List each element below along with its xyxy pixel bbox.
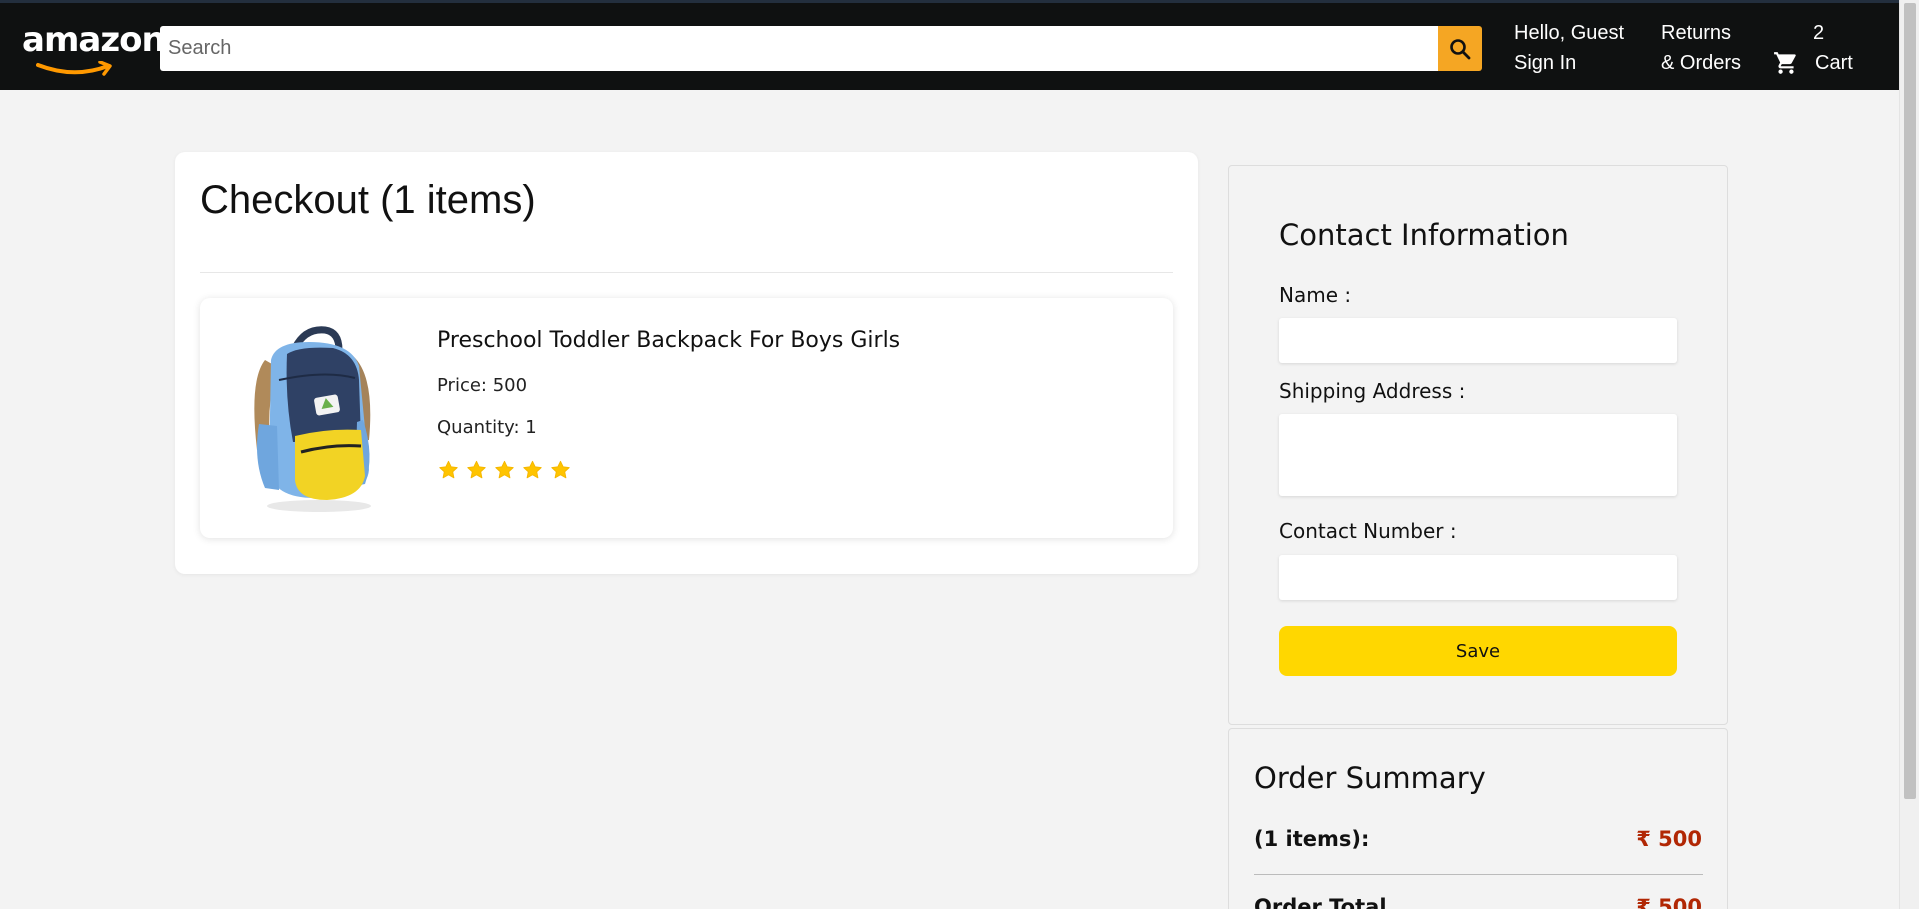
cart-label[interactable]: Cart [1815,48,1853,78]
greeting-text: Hello, Guest [1514,22,1625,44]
shipping-address-field[interactable] [1279,414,1677,496]
cart-count[interactable]: 2 [1813,18,1824,48]
cart-item-card: Preschool Toddler Backpack For Boys Girl… [200,298,1173,538]
page-scrollbar[interactable] [1899,0,1919,909]
returns-text: Returns [1661,22,1732,44]
item-title[interactable]: Preschool Toddler Backpack For Boys Girl… [437,328,900,353]
star-icon [467,460,486,479]
summary-divider [1254,874,1703,875]
contact-number-field[interactable] [1279,555,1677,600]
star-icon [495,460,514,479]
star-icon [551,460,570,479]
order-total-amount: ₹ 500 [1636,895,1702,909]
name-label: Name : [1279,283,1352,307]
logo-text: amazon [22,20,166,60]
checkout-title: Checkout (1 items) [200,178,536,222]
amazon-logo[interactable]: amazon [22,21,166,76]
star-icon [523,460,542,479]
account-signin-link[interactable]: Hello, Guest Sign In [1514,18,1624,78]
logo-smile-icon [36,61,112,76]
cart-icon[interactable] [1772,50,1800,76]
contact-information-panel: Contact Information Name : Shipping Addr… [1228,165,1728,725]
summary-items-amount: ₹ 500 [1636,827,1702,851]
search-button[interactable] [1438,26,1482,71]
star-icon [439,460,458,479]
save-button[interactable]: Save [1279,626,1677,676]
item-rating [437,459,572,481]
backpack-product-image[interactable] [235,320,395,516]
returns-orders-link[interactable]: Returns & Orders [1661,18,1741,78]
scrollbar-thumb[interactable] [1904,3,1916,799]
checkout-panel: Checkout (1 items) Preschool Toddler Bac… [175,152,1198,574]
contact-title: Contact Information [1279,218,1569,252]
search-icon [1450,38,1471,59]
summary-items-label: (1 items): [1254,827,1370,851]
orders-text: & Orders [1661,52,1742,74]
item-price: Price: 500 [437,375,528,396]
order-summary-panel: Order Summary (1 items): ₹ 500 Order Tot… [1228,728,1728,909]
order-total-label: Order Total [1254,895,1387,909]
search-box [160,26,1438,71]
name-field[interactable] [1279,318,1677,363]
order-summary-title: Order Summary [1254,761,1486,795]
checkout-divider [200,272,1173,273]
signin-text: Sign In [1514,52,1577,74]
shipping-address-label: Shipping Address : [1279,379,1466,403]
top-navbar: amazon Hello, Guest Sign In Returns & Or… [0,0,1899,90]
contact-number-label: Contact Number : [1279,519,1457,543]
search-input[interactable] [160,26,1438,71]
item-quantity: Quantity: 1 [437,417,537,438]
